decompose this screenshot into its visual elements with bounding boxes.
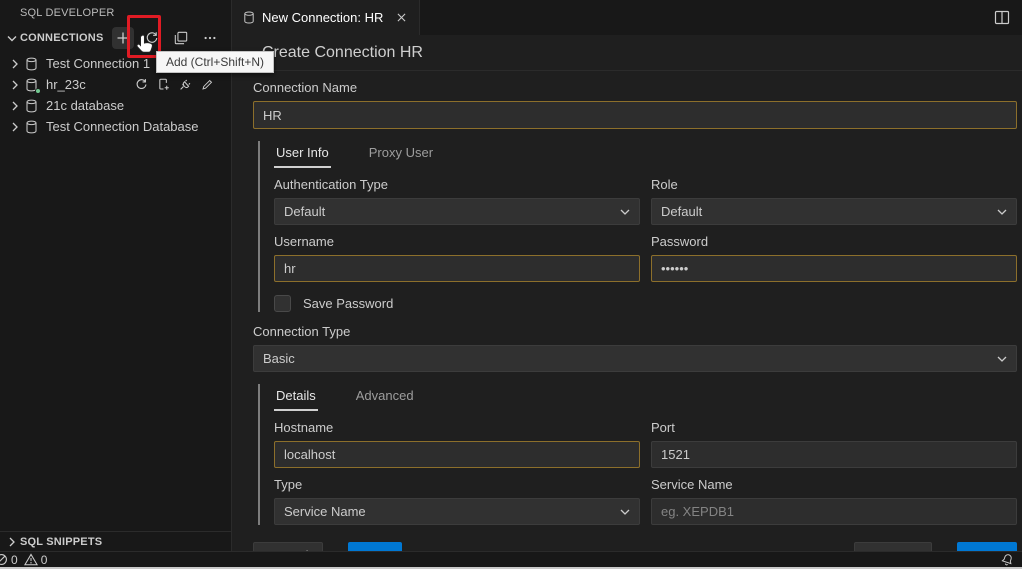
service-name-label: Service Name <box>651 477 1017 492</box>
tree-item-hr-23c[interactable]: hr_23c <box>0 74 231 95</box>
errors-count: 0 <box>11 553 18 567</box>
tabbar-actions <box>994 0 1022 35</box>
collapse-all-button[interactable] <box>170 27 192 49</box>
tree-item-21c-database[interactable]: 21c database <box>0 95 231 116</box>
problems-status[interactable]: 0 0 <box>0 553 47 567</box>
warnings-count: 0 <box>41 553 48 567</box>
type-label: Type <box>274 477 640 492</box>
add-tooltip: Add (Ctrl+Shift+N) <box>156 51 274 73</box>
sql-snippets-section-header[interactable]: SQL SNIPPETS <box>0 531 231 551</box>
username-label: Username <box>274 234 640 249</box>
notifications-button[interactable] <box>1001 553 1022 566</box>
app-window: SQL DEVELOPER CONNECTIONS <box>0 0 1022 551</box>
authentication-type-label: Authentication Type <box>274 177 640 192</box>
bell-icon <box>1001 553 1014 566</box>
tree-item-test-connection-database[interactable]: Test Connection Database <box>0 116 231 137</box>
role-label: Role <box>651 177 1017 192</box>
sidebar-title: SQL DEVELOPER <box>0 0 231 19</box>
edit-icon[interactable] <box>199 77 215 93</box>
sql-snippets-title: SQL SNIPPETS <box>20 536 102 548</box>
tab-title: New Connection: HR <box>262 10 383 25</box>
port-label: Port <box>651 420 1017 435</box>
refresh-icon <box>145 31 159 45</box>
page-title: Create Connection HR <box>262 44 1017 62</box>
collapse-all-icon <box>174 31 188 45</box>
close-icon[interactable] <box>393 10 409 26</box>
details-tabs: Details Advanced <box>274 384 1017 411</box>
tree-item-label: hr_23c <box>46 77 86 92</box>
tab-bar: New Connection: HR <box>232 0 1022 35</box>
chevron-right-icon[interactable] <box>8 57 22 71</box>
connection-form: Create Connection HR Connection Name Use… <box>232 35 1022 569</box>
connect-icon[interactable] <box>177 77 193 93</box>
chevron-right-icon[interactable] <box>8 120 22 134</box>
connection-name-label: Connection Name <box>253 80 1017 95</box>
authentication-type-select[interactable]: Default <box>274 198 640 225</box>
database-connected-icon <box>24 77 40 93</box>
role-value: Default <box>661 204 702 219</box>
type-select[interactable]: Service Name <box>274 498 640 525</box>
refresh-connections-button[interactable] <box>141 27 163 49</box>
tab-advanced[interactable]: Advanced <box>354 384 416 411</box>
tree-item-label: Test Connection 1 <box>46 56 150 71</box>
role-select[interactable]: Default <box>651 198 1017 225</box>
save-password-checkbox[interactable] <box>274 295 291 312</box>
errors-icon <box>0 553 8 566</box>
connection-type-value: Basic <box>263 351 295 366</box>
database-icon <box>242 10 256 25</box>
tab-new-connection-hr[interactable]: New Connection: HR <box>232 0 420 35</box>
refresh-icon[interactable] <box>133 77 149 93</box>
connections-section-title: CONNECTIONS <box>20 32 103 44</box>
username-input[interactable] <box>274 255 640 282</box>
save-password-label: Save Password <box>303 296 393 311</box>
chevron-down-icon <box>4 30 20 46</box>
connections-section-header[interactable]: CONNECTIONS <box>0 26 231 50</box>
details-group: Details Advanced Hostname Port Type <box>258 384 1017 525</box>
add-connection-button[interactable] <box>112 27 134 49</box>
authentication-type-value: Default <box>284 204 325 219</box>
connection-name-input[interactable] <box>253 101 1017 129</box>
connection-row-actions <box>133 77 231 93</box>
port-input[interactable] <box>651 441 1017 468</box>
password-input[interactable] <box>651 255 1017 282</box>
tree-item-label: 21c database <box>46 98 124 113</box>
hostname-label: Hostname <box>274 420 640 435</box>
password-label: Password <box>651 234 1017 249</box>
tab-details[interactable]: Details <box>274 384 318 411</box>
status-bar: 0 0 <box>0 551 1022 569</box>
connection-type-select[interactable]: Basic <box>253 345 1017 372</box>
connection-type-label: Connection Type <box>253 324 1017 339</box>
database-icon <box>24 56 40 72</box>
service-name-input[interactable] <box>651 498 1017 525</box>
chevron-down-icon <box>997 356 1007 362</box>
chevron-down-icon <box>997 209 1007 215</box>
chevron-right-icon <box>4 537 20 547</box>
type-value: Service Name <box>284 504 366 519</box>
editor-area: New Connection: HR Create Connection HR … <box>232 0 1022 551</box>
database-icon <box>24 119 40 135</box>
chevron-down-icon <box>620 209 630 215</box>
heading-separator <box>232 70 1022 71</box>
more-actions-icon <box>203 31 217 45</box>
tab-user-info[interactable]: User Info <box>274 141 331 168</box>
add-icon <box>116 31 130 45</box>
sidebar: SQL DEVELOPER CONNECTIONS <box>0 0 232 551</box>
hostname-input[interactable] <box>274 441 640 468</box>
database-icon <box>24 98 40 114</box>
chevron-down-icon <box>620 509 630 515</box>
more-actions-button[interactable] <box>199 27 221 49</box>
connected-status-dot <box>35 88 41 94</box>
split-editor-icon[interactable] <box>994 10 1010 25</box>
connections-toolbar <box>112 27 221 49</box>
chevron-right-icon[interactable] <box>8 78 22 92</box>
user-info-tabs: User Info Proxy User <box>274 141 1017 168</box>
user-info-group: User Info Proxy User Authentication Type… <box>258 141 1017 312</box>
tab-proxy-user[interactable]: Proxy User <box>367 141 435 168</box>
new-worksheet-icon[interactable] <box>155 77 171 93</box>
tree-item-label: Test Connection Database <box>46 119 198 134</box>
warnings-icon <box>24 553 38 566</box>
chevron-right-icon[interactable] <box>8 99 22 113</box>
